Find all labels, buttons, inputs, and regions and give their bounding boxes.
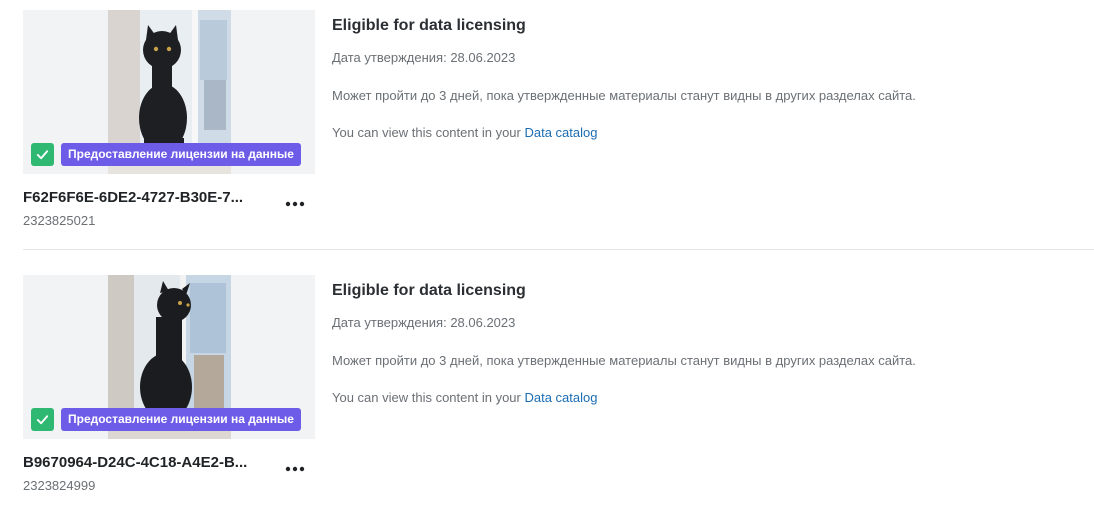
- licensing-badge: Предоставление лицензии на данные: [61, 408, 301, 431]
- divider: [23, 249, 1094, 250]
- file-name: B9670964-D24C-4C18-A4E2-B...: [23, 454, 248, 471]
- visibility-note: Может пройти до 3 дней, пока утвержденны…: [332, 88, 916, 103]
- status-title: Eligible for data licensing: [332, 17, 526, 34]
- status-title: Eligible for data licensing: [332, 282, 526, 299]
- file-id: 2323824999: [23, 478, 96, 493]
- catalog-prefix: You can view this content in your: [332, 125, 521, 140]
- data-catalog-link[interactable]: Data catalog: [524, 125, 597, 140]
- more-options-icon[interactable]: [282, 194, 308, 214]
- thumbnail[interactable]: Предоставление лицензии на данные: [23, 275, 315, 439]
- approval-label: Дата утверждения:: [332, 315, 447, 330]
- file-name: F62F6F6E-6DE2-4727-B30E-7...: [23, 189, 244, 206]
- catalog-line: You can view this content in your Data c…: [332, 390, 597, 405]
- check-icon: [31, 143, 54, 166]
- catalog-line: You can view this content in your Data c…: [332, 125, 597, 140]
- approval-date: Дата утверждения: 28.06.2023: [332, 315, 515, 330]
- content-item: Предоставление лицензии на данные F62F6F…: [0, 0, 1094, 250]
- approval-label: Дата утверждения:: [332, 50, 447, 65]
- content-item: Предоставление лицензии на данные B96709…: [0, 265, 1094, 515]
- more-options-icon[interactable]: [282, 459, 308, 479]
- check-icon: [31, 408, 54, 431]
- data-catalog-link[interactable]: Data catalog: [524, 390, 597, 405]
- file-id: 2323825021: [23, 213, 96, 228]
- licensing-badge: Предоставление лицензии на данные: [61, 143, 301, 166]
- approval-date: Дата утверждения: 28.06.2023: [332, 50, 515, 65]
- visibility-note: Может пройти до 3 дней, пока утвержденны…: [332, 353, 916, 368]
- thumbnail[interactable]: Предоставление лицензии на данные: [23, 10, 315, 174]
- approval-date-value: 28.06.2023: [450, 315, 516, 330]
- catalog-prefix: You can view this content in your: [332, 390, 521, 405]
- approval-date-value: 28.06.2023: [450, 50, 516, 65]
